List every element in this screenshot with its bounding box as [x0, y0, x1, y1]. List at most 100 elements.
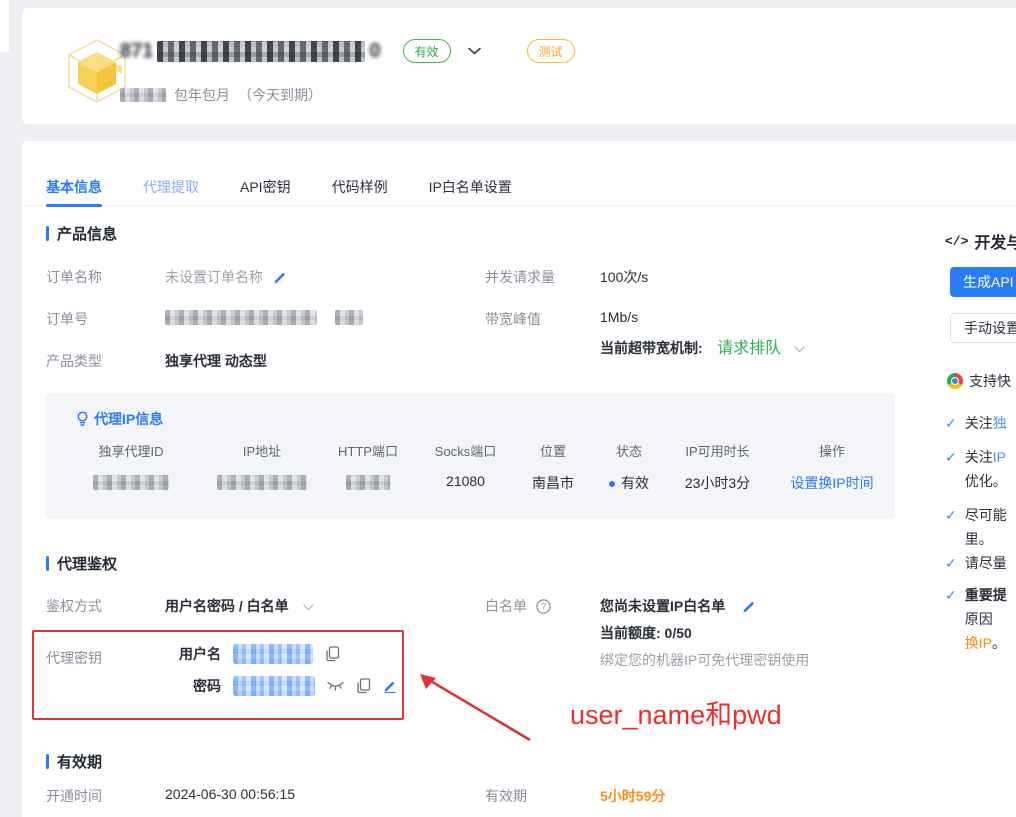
- chrome-icon: [947, 373, 963, 389]
- order-header-card: 871 0 有效 测试 包年包月 （今天到期）: [22, 8, 1016, 124]
- generate-api-button[interactable]: 生成API: [950, 267, 1016, 297]
- over-bandwidth-row: 当前超带宽机制: 请求排队: [600, 334, 805, 358]
- proxy-table-row: 21080 南昌市 有效 23小时3分 设置换IP时间: [56, 473, 894, 493]
- order-title-suffix: 0: [369, 40, 380, 63]
- username-label: 用户名: [165, 644, 221, 664]
- status-cell: 有效: [593, 473, 665, 493]
- col-actions: 操作: [770, 441, 894, 460]
- over-bandwidth-label: 当前超带宽机制:: [600, 340, 703, 356]
- start-time-label: 开通时间: [46, 786, 102, 806]
- whitelist-hint: 绑定您的机器IP可免代理密钥使用: [600, 650, 809, 670]
- masked-username-value: [233, 644, 313, 664]
- section-proxy-auth: 代理鉴权: [46, 553, 117, 574]
- eye-closed-icon[interactable]: [327, 681, 344, 692]
- chrome-support-line: 支持快: [947, 371, 1011, 391]
- bandwidth-value: 1Mb/s: [600, 309, 638, 325]
- manual-setup-button[interactable]: 手动设置: [950, 313, 1016, 343]
- concurrency-label: 并发请求量: [485, 267, 555, 287]
- proxy-key-label: 代理密钥: [46, 648, 102, 668]
- tip-item: ✓ 关注独: [945, 411, 1007, 435]
- socks-port-value: 21080: [418, 473, 513, 493]
- username-row: 用户名: [165, 644, 340, 664]
- over-bandwidth-policy-link[interactable]: 请求排队: [717, 340, 781, 357]
- svg-text:?: ?: [541, 602, 546, 612]
- section-validity: 有效期: [46, 751, 102, 772]
- col-location: 位置: [513, 441, 593, 460]
- dev-sidebar-title: </> 开发与: [945, 229, 1016, 253]
- masked-http-port: [318, 473, 418, 493]
- whitelist-value-wrap: 您尚未设置IP白名单: [600, 596, 756, 616]
- section-bar: [46, 556, 49, 571]
- auth-method-label: 鉴权方式: [46, 596, 102, 616]
- check-icon: ✓: [945, 583, 957, 655]
- expiry-note: （今天到期）: [238, 85, 322, 105]
- status-badge: 有效: [403, 39, 451, 63]
- masked-ip-address: [206, 473, 318, 493]
- order-name-value: 未设置订单名称: [165, 269, 263, 285]
- auth-method-value: 用户名密码 / 白名单: [165, 598, 289, 614]
- copy-username-icon[interactable]: [325, 646, 340, 662]
- tab-basic-info[interactable]: 基本信息: [46, 168, 102, 206]
- annotation-label: user_name和pwd: [570, 693, 782, 732]
- masked-password-value: [233, 676, 315, 696]
- concurrency-value: 100次/s: [600, 267, 648, 287]
- masked-order-title: [157, 41, 365, 62]
- status-chevron-down-icon[interactable]: [468, 47, 481, 55]
- bulb-icon: [76, 411, 89, 427]
- proxy-ip-info-box: 代理IP信息 独享代理ID IP地址 HTTP端口 Socks端口 位置 状态 …: [46, 393, 895, 519]
- validity-period-label: 有效期: [485, 786, 527, 806]
- location-value: 南昌市: [513, 473, 593, 493]
- order-title-prefix: 871: [120, 40, 153, 63]
- code-icon: </>: [945, 234, 968, 249]
- whitelist-label-wrap: 白名单 ?: [485, 596, 551, 616]
- order-subtitle: 包年包月 （今天到期）: [120, 85, 322, 105]
- product-type-label: 产品类型: [46, 351, 102, 371]
- order-no-label: 订单号: [46, 309, 88, 329]
- section-bar: [46, 226, 49, 241]
- proxy-table-header: 独享代理ID IP地址 HTTP端口 Socks端口 位置 状态 IP可用时长 …: [56, 441, 894, 460]
- background-sliver: [0, 0, 9, 52]
- check-icon: ✓: [945, 445, 957, 493]
- edit-order-name-icon[interactable]: [273, 270, 287, 284]
- edit-whitelist-icon[interactable]: [742, 599, 756, 613]
- status-dot-icon: [609, 481, 615, 487]
- whitelist-quota: 当前额度: 0/50: [600, 623, 692, 643]
- validity-period-value: 5小时59分: [600, 786, 665, 806]
- tip-item: ✓ 重要提 原因 换IP。: [945, 583, 1007, 655]
- copy-password-icon[interactable]: [356, 678, 371, 694]
- tab-code-samples[interactable]: 代码样例: [332, 168, 388, 206]
- auth-method-chevron-down-icon[interactable]: [303, 604, 314, 611]
- tab-ip-whitelist[interactable]: IP白名单设置: [429, 168, 512, 206]
- col-status: 状态: [593, 441, 665, 460]
- auth-method-value-wrap[interactable]: 用户名密码 / 白名单: [165, 596, 314, 616]
- masked-order-type: [120, 88, 166, 102]
- tip-item: ✓ 尽可能里。: [945, 503, 1007, 551]
- order-detail-card: 基本信息 代理提取 API密钥 代码样例 IP白名单设置 产品信息 订单名称 未…: [22, 141, 1016, 817]
- check-icon: ✓: [945, 551, 957, 575]
- set-ip-rotation-link[interactable]: 设置换IP时间: [790, 475, 873, 491]
- whitelist-value: 您尚未设置IP白名单: [600, 598, 725, 614]
- col-http-port: HTTP端口: [318, 441, 418, 460]
- tip-item: ✓ 请尽量: [945, 551, 1007, 575]
- order-name-value-wrap: 未设置订单名称: [165, 267, 287, 287]
- tab-proxy-extract[interactable]: 代理提取: [143, 168, 199, 206]
- start-time-value: 2024-06-30 00:56:15: [165, 786, 295, 802]
- order-title: 871 0 有效 测试: [120, 39, 575, 63]
- password-label: 密码: [165, 676, 221, 696]
- over-bandwidth-chevron-down-icon[interactable]: [794, 346, 805, 353]
- col-proxy-id: 独享代理ID: [56, 441, 206, 460]
- billing-type: 包年包月: [174, 85, 230, 105]
- tab-api-key[interactable]: API密钥: [240, 168, 291, 206]
- section-product-info: 产品信息: [46, 223, 117, 244]
- tip-item: ✓ 关注IP 优化。: [945, 445, 1007, 493]
- check-icon: ✓: [945, 411, 957, 435]
- edit-password-icon[interactable]: [383, 679, 397, 693]
- col-socks-port: Socks端口: [418, 441, 513, 460]
- tab-bar: 基本信息 代理提取 API密钥 代码样例 IP白名单设置: [22, 168, 1016, 206]
- order-name-label: 订单名称: [46, 267, 102, 287]
- help-circle-icon[interactable]: ?: [536, 599, 551, 614]
- section-bar: [46, 754, 49, 769]
- masked-proxy-id: [56, 473, 206, 493]
- section-title: 有效期: [57, 751, 102, 772]
- test-badge: 测试: [527, 39, 575, 63]
